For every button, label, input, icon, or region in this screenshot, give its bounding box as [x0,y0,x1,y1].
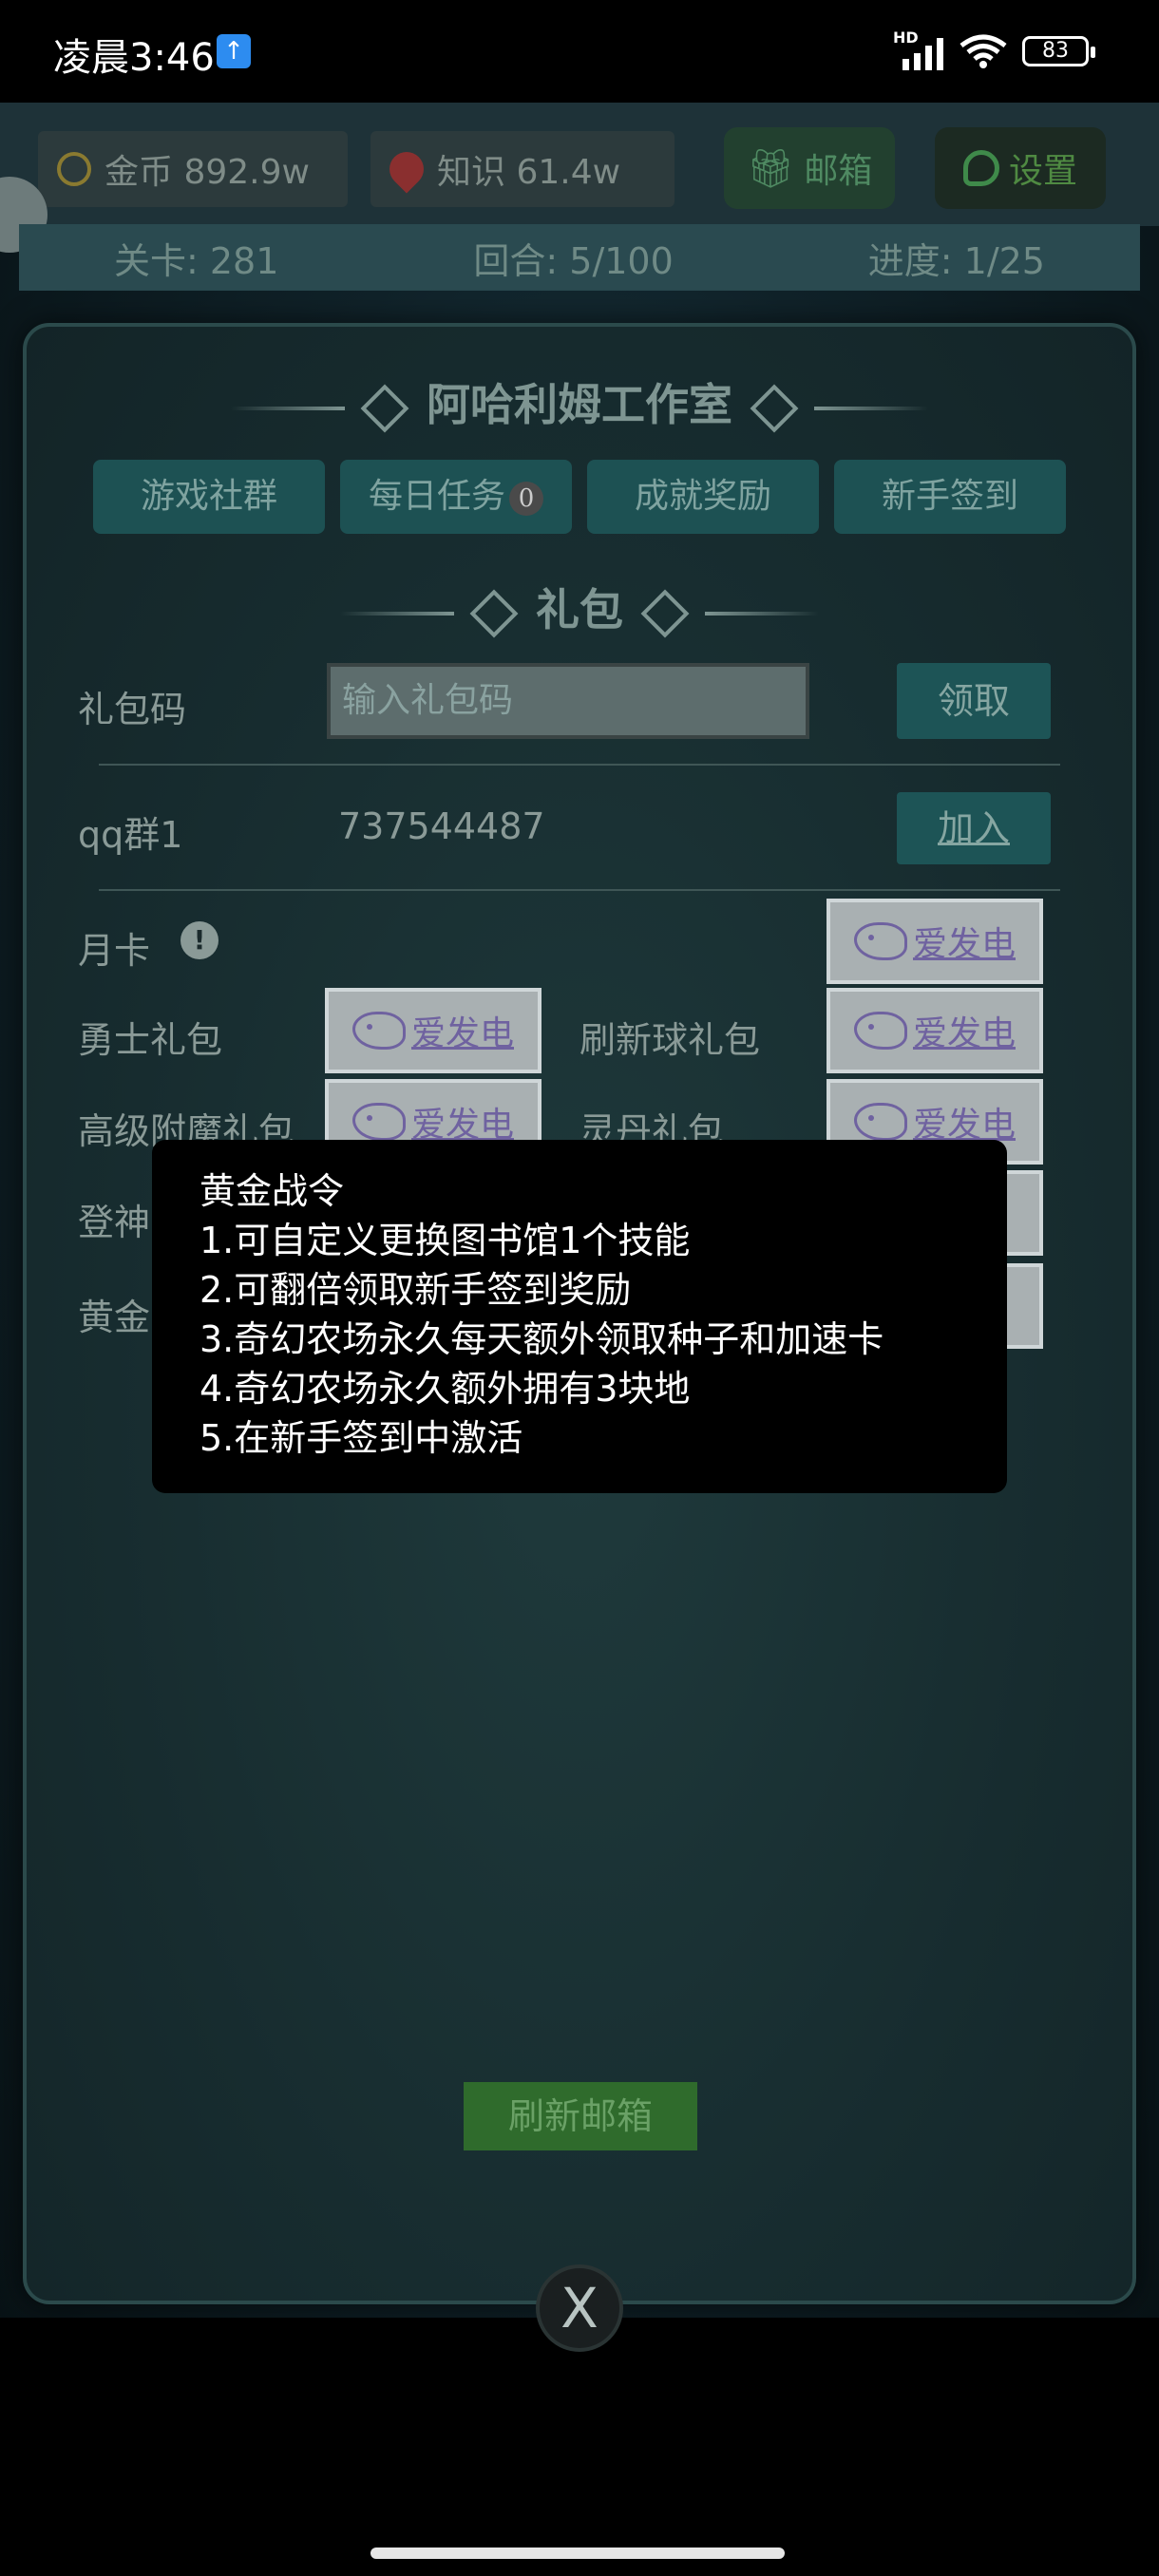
gift-icon: 🎁︎ [746,146,795,191]
afd-logo-icon [853,922,907,960]
monthly-card-label: 月卡 [78,930,151,972]
afd-label: 爱发电 [410,1014,514,1053]
daily-task-badge: 0 [509,482,543,516]
diamond-icon [640,589,690,638]
status-time: 凌晨3:46 [53,36,215,80]
tooltip-line: 5.在新手签到中激活 [200,1417,523,1459]
tooltip-line: 2.可翻倍领取新手签到奖励 [200,1269,632,1311]
refresh-ball-pack-label: 刷新球礼包 [580,1019,761,1061]
signal-icon [902,34,943,70]
settings-button[interactable]: 设置 [935,127,1106,209]
gold-counter: 金币 892.9w [38,131,348,207]
dialog-title: 阿哈利姆工作室 [0,370,1159,433]
gold-value: 金币 892.9w [104,153,310,192]
tooltip-line: 1.可自定义更换图书馆1个技能 [200,1220,691,1261]
afd-logo-icon [352,1103,406,1141]
info-icon[interactable]: ! [180,921,218,959]
tab-achievements[interactable]: 成就奖励 [587,460,819,534]
join-button[interactable]: 加入 [897,792,1051,864]
divider [99,889,1060,891]
claim-button[interactable]: 领取 [897,663,1051,739]
mail-button[interactable]: 🎁︎ 邮箱 [724,127,895,209]
tooltip-line: 4.奇幻农场永久额外拥有3块地 [200,1368,691,1410]
diamond-icon [750,384,799,433]
gift-code-input[interactable]: 输入礼包码 [327,663,809,739]
upload-icon: ↑ [217,34,251,68]
warrior-pack-label: 勇士礼包 [78,1019,223,1061]
login-pack-label: 登神 [78,1202,151,1243]
afd-label: 爱发电 [912,925,1016,964]
round-text: 回合: 5/100 [473,239,674,282]
bottom-area [0,2318,1159,2576]
status-bar: 凌晨3:46 ↑ HD 83 [0,0,1159,103]
gift-heading: 礼包 [0,576,1159,638]
wifi-icon [960,34,1007,68]
tab-newbie-signin[interactable]: 新手签到 [834,460,1066,534]
level-text: 关卡: 281 [114,239,279,282]
tab-daily-tasks-label: 每日任务 [368,477,505,516]
gold-pass-tooltip: 黄金战令 1.可自定义更换图书馆1个技能 2.可翻倍领取新手签到奖励 3.奇幻农… [152,1140,1007,1493]
afd-logo-icon [853,1103,907,1141]
gift-heading-text: 礼包 [536,584,623,635]
settings-label: 设置 [1008,152,1077,191]
afd-logo-icon [352,1012,406,1050]
tooltip-line: 3.奇幻农场永久每天额外领取种子和加速卡 [200,1318,884,1360]
knowledge-value: 知识 61.4w [437,153,621,192]
gold-pass-label: 黄金 [78,1297,151,1338]
progress-row: 关卡: 281 回合: 5/100 进度: 1/25 [19,224,1140,291]
afd-logo-icon [853,1012,907,1050]
dialog-title-text: 阿哈利姆工作室 [427,379,732,430]
diamond-icon [360,384,409,433]
stage-progress-text: 进度: 1/25 [867,239,1045,282]
qq-group-number: 737544487 [338,805,545,847]
settings-icon [962,150,999,186]
battery-icon: 83 [1022,36,1095,66]
tab-game-community[interactable]: 游戏社群 [93,460,325,534]
diamond-icon [469,589,519,638]
divider [99,764,1060,766]
gift-code-label: 礼包码 [78,689,187,730]
refresh-mail-button[interactable]: 刷新邮箱 [464,2082,697,2150]
mail-label: 邮箱 [804,152,873,191]
home-indicator[interactable] [370,2548,785,2559]
knowledge-counter: 知识 61.4w [370,131,674,207]
afd-button-refresh-ball[interactable]: 爱发电 [826,988,1043,1073]
afd-button-monthly[interactable]: 爱发电 [826,899,1043,984]
drop-icon [382,144,431,194]
afd-label: 爱发电 [912,1014,1016,1053]
tooltip-title: 黄金战令 [200,1170,345,1212]
tab-daily-tasks[interactable]: 每日任务 0 [340,460,572,534]
close-button[interactable]: X [536,2264,623,2352]
coin-icon [57,152,91,186]
afd-button-warrior[interactable]: 爱发电 [325,988,542,1073]
qq-group-label: qq群1 [78,814,183,856]
